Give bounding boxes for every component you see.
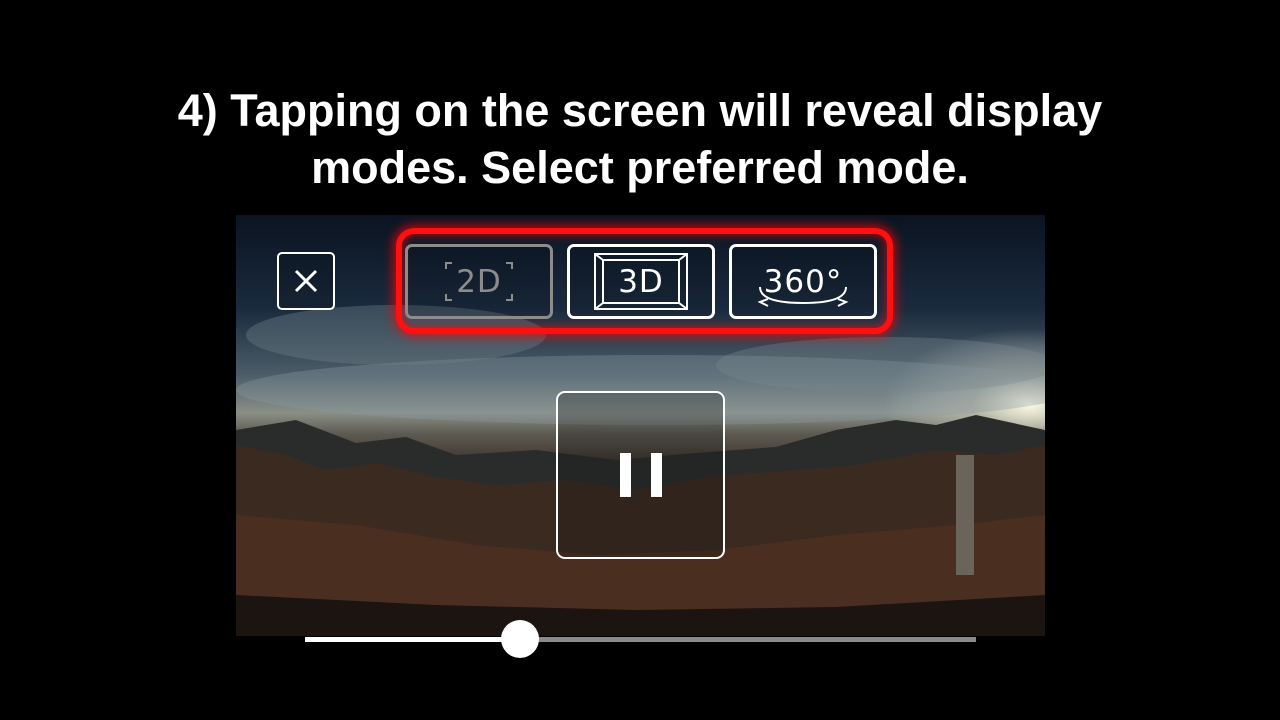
pause-icon	[619, 453, 631, 497]
mode-2d-label: 2D	[456, 263, 502, 300]
mode-3d-button[interactable]: 3D	[567, 244, 715, 319]
close-icon	[294, 269, 318, 293]
instruction-caption: 4) Tapping on the screen will reveal dis…	[0, 82, 1280, 196]
mode-360-label: 360°	[763, 263, 843, 300]
video-player[interactable]: 2D 3D 360°	[236, 215, 1045, 636]
mode-2d-button[interactable]: 2D	[405, 244, 553, 319]
caption-line-1: 4) Tapping on the screen will reveal dis…	[177, 85, 1103, 136]
close-button[interactable]	[277, 252, 335, 310]
progress-fill	[305, 637, 520, 642]
caption-line-2: modes. Select preferred mode.	[311, 142, 969, 193]
pause-button[interactable]	[556, 391, 725, 559]
pause-icon-bar	[650, 453, 662, 497]
scrubber-handle[interactable]	[500, 620, 539, 658]
mode-360-button[interactable]: 360°	[729, 244, 877, 319]
mode-3d-label: 3D	[618, 263, 664, 300]
playback-progress-bar[interactable]	[305, 620, 976, 658]
